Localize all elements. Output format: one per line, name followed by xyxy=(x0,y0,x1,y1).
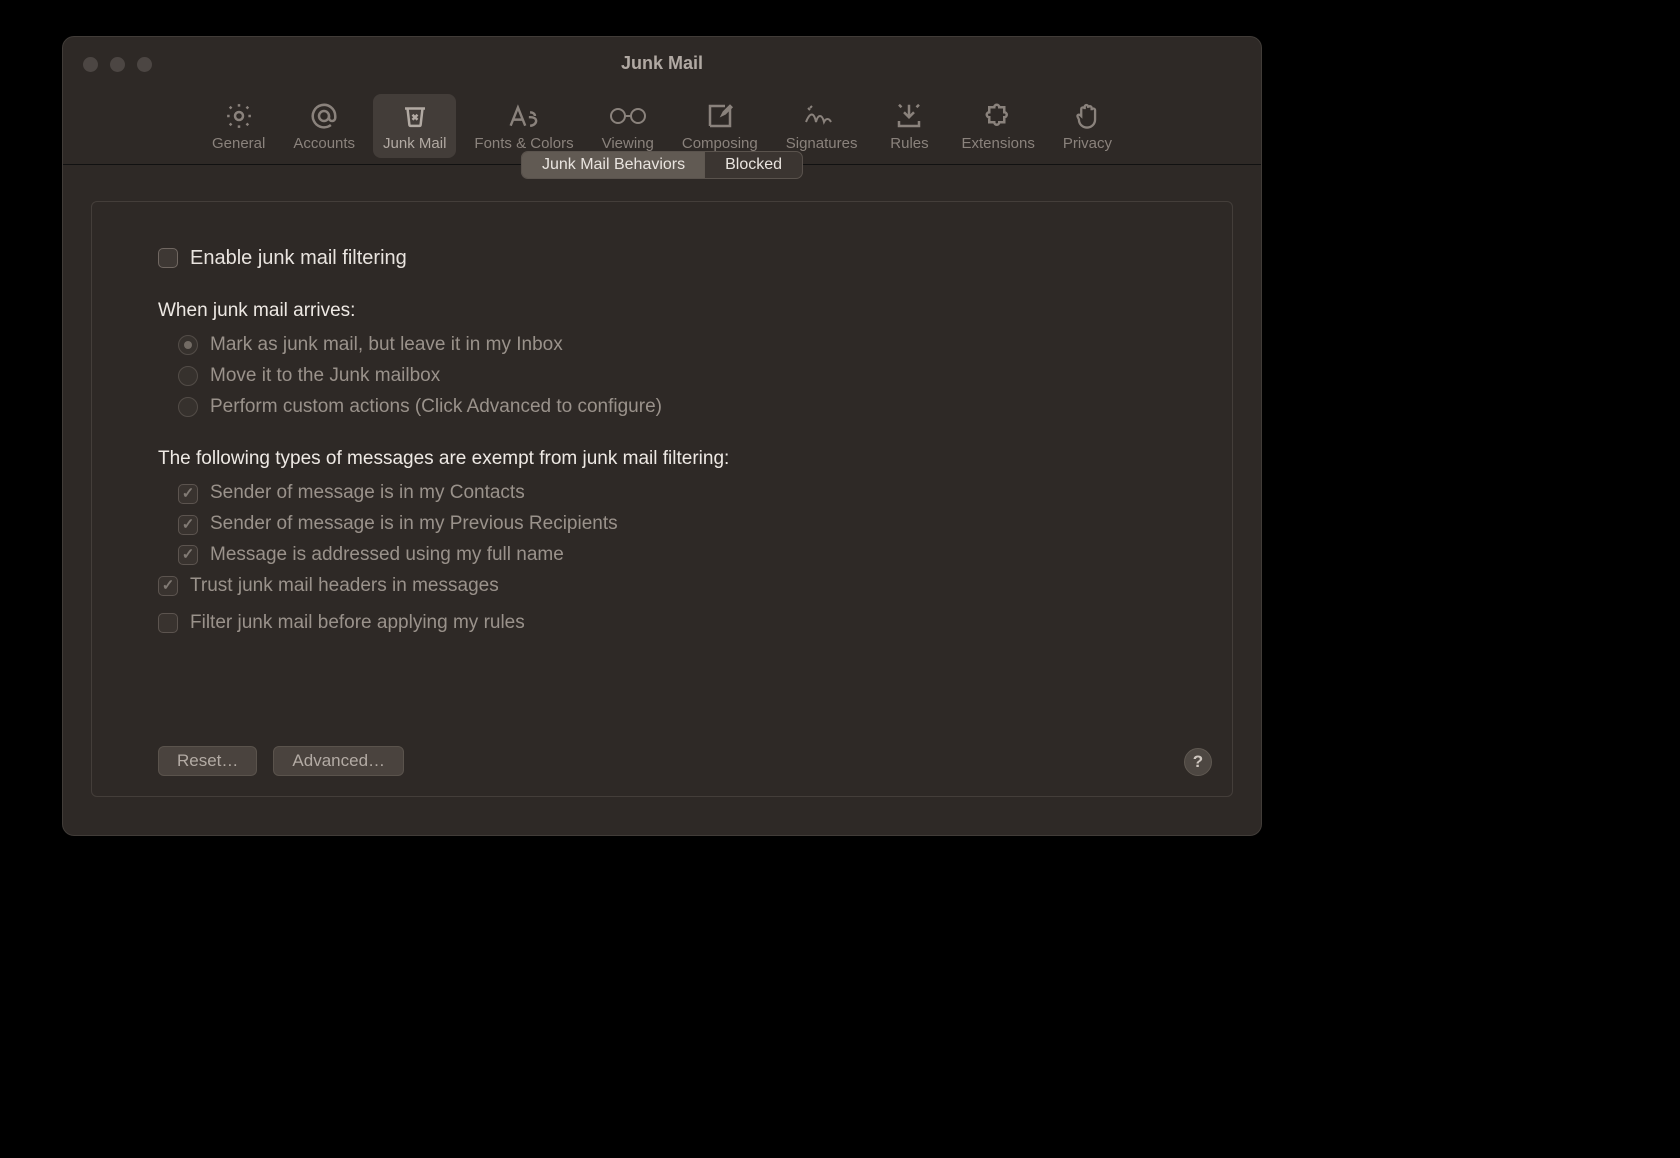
tab-label: Composing xyxy=(682,135,758,152)
preferences-body: Junk Mail Behaviors Blocked Enable junk … xyxy=(63,165,1261,825)
exempt-label: Sender of message is in my Previous Reci… xyxy=(210,513,618,536)
font-icon xyxy=(507,100,541,132)
segment-blocked[interactable]: Blocked xyxy=(705,152,802,178)
tab-viewing[interactable]: Viewing xyxy=(592,94,664,158)
filter-before-rules-checkbox[interactable] xyxy=(158,613,178,633)
tab-composing[interactable]: Composing xyxy=(672,94,768,158)
tab-label: Signatures xyxy=(786,135,858,152)
window-title: Junk Mail xyxy=(621,53,703,74)
tray-arrow-icon xyxy=(894,100,924,132)
trust-headers-label: Trust junk mail headers in messages xyxy=(190,575,499,598)
exempt-full-name-checkbox[interactable] xyxy=(178,545,198,565)
exempt-row-contacts: Sender of message is in my Contacts xyxy=(158,482,1166,505)
tab-label: Accounts xyxy=(293,135,355,152)
tab-junk-mail[interactable]: Junk Mail xyxy=(373,94,456,158)
segmented-control: Junk Mail Behaviors Blocked xyxy=(521,151,803,179)
footer-buttons: Reset… Advanced… xyxy=(158,746,404,776)
exempt-previous-recipients-checkbox[interactable] xyxy=(178,515,198,535)
tab-signatures[interactable]: Signatures xyxy=(776,94,868,158)
exempt-row-full-name: Message is addressed using my full name xyxy=(158,544,1166,567)
gear-icon xyxy=(224,100,254,132)
radio-row-move-to-junk: Move it to the Junk mailbox xyxy=(158,365,1166,388)
puzzle-icon xyxy=(983,100,1013,132)
tab-label: General xyxy=(212,135,265,152)
tab-label: Privacy xyxy=(1063,135,1112,152)
when-arrives-heading: When junk mail arrives: xyxy=(158,300,1166,322)
enable-junk-filtering-label: Enable junk mail filtering xyxy=(190,246,407,270)
exempt-contacts-checkbox[interactable] xyxy=(178,484,198,504)
titlebar: Junk Mail xyxy=(63,37,1261,89)
radio-label: Perform custom actions (Click Advanced t… xyxy=(210,396,662,419)
filter-before-rules-row: Filter junk mail before applying my rule… xyxy=(158,612,1166,635)
tab-privacy[interactable]: Privacy xyxy=(1053,94,1122,158)
radio-move-to-junk[interactable] xyxy=(178,366,198,386)
hand-icon xyxy=(1073,100,1101,132)
segment-behaviors[interactable]: Junk Mail Behaviors xyxy=(522,152,705,178)
filter-before-rules-label: Filter junk mail before applying my rule… xyxy=(190,612,525,635)
tab-label: Junk Mail xyxy=(383,135,446,152)
tab-label: Rules xyxy=(890,135,928,152)
tab-rules[interactable]: Rules xyxy=(875,94,943,158)
window-controls xyxy=(83,57,152,72)
radio-label: Move it to the Junk mailbox xyxy=(210,365,440,388)
tab-general[interactable]: General xyxy=(202,94,275,158)
tab-extensions[interactable]: Extensions xyxy=(951,94,1044,158)
tab-fonts-colors[interactable]: Fonts & Colors xyxy=(464,94,583,158)
zoom-button[interactable] xyxy=(137,57,152,72)
radio-custom-actions[interactable] xyxy=(178,397,198,417)
tab-accounts[interactable]: Accounts xyxy=(283,94,365,158)
enable-junk-filtering-row: Enable junk mail filtering xyxy=(158,246,1166,270)
settings-panel: Enable junk mail filtering When junk mai… xyxy=(91,201,1233,797)
radio-mark-as-junk[interactable] xyxy=(178,335,198,355)
radio-row-custom-actions: Perform custom actions (Click Advanced t… xyxy=(158,396,1166,419)
help-button[interactable]: ? xyxy=(1184,748,1212,776)
reset-button[interactable]: Reset… xyxy=(158,746,257,776)
exempt-row-previous-recipients: Sender of message is in my Previous Reci… xyxy=(158,513,1166,536)
trash-x-icon xyxy=(400,100,430,132)
signature-icon xyxy=(802,100,842,132)
trust-headers-checkbox[interactable] xyxy=(158,576,178,596)
preferences-window: Junk Mail General Accounts Junk Mail xyxy=(62,36,1262,836)
compose-icon xyxy=(705,100,735,132)
radio-row-mark-as-junk: Mark as junk mail, but leave it in my In… xyxy=(158,334,1166,357)
radio-label: Mark as junk mail, but leave it in my In… xyxy=(210,334,563,357)
glasses-icon xyxy=(607,100,649,132)
enable-junk-filtering-checkbox[interactable] xyxy=(158,248,178,268)
tab-label: Fonts & Colors xyxy=(474,135,573,152)
trust-headers-row: Trust junk mail headers in messages xyxy=(158,575,1166,598)
tab-label: Viewing xyxy=(602,135,654,152)
exempt-heading: The following types of messages are exem… xyxy=(158,448,1166,470)
minimize-button[interactable] xyxy=(110,57,125,72)
exempt-label: Sender of message is in my Contacts xyxy=(210,482,525,505)
exempt-label: Message is addressed using my full name xyxy=(210,544,564,567)
tab-label: Extensions xyxy=(961,135,1034,152)
close-button[interactable] xyxy=(83,57,98,72)
at-icon xyxy=(309,100,339,132)
advanced-button[interactable]: Advanced… xyxy=(273,746,404,776)
